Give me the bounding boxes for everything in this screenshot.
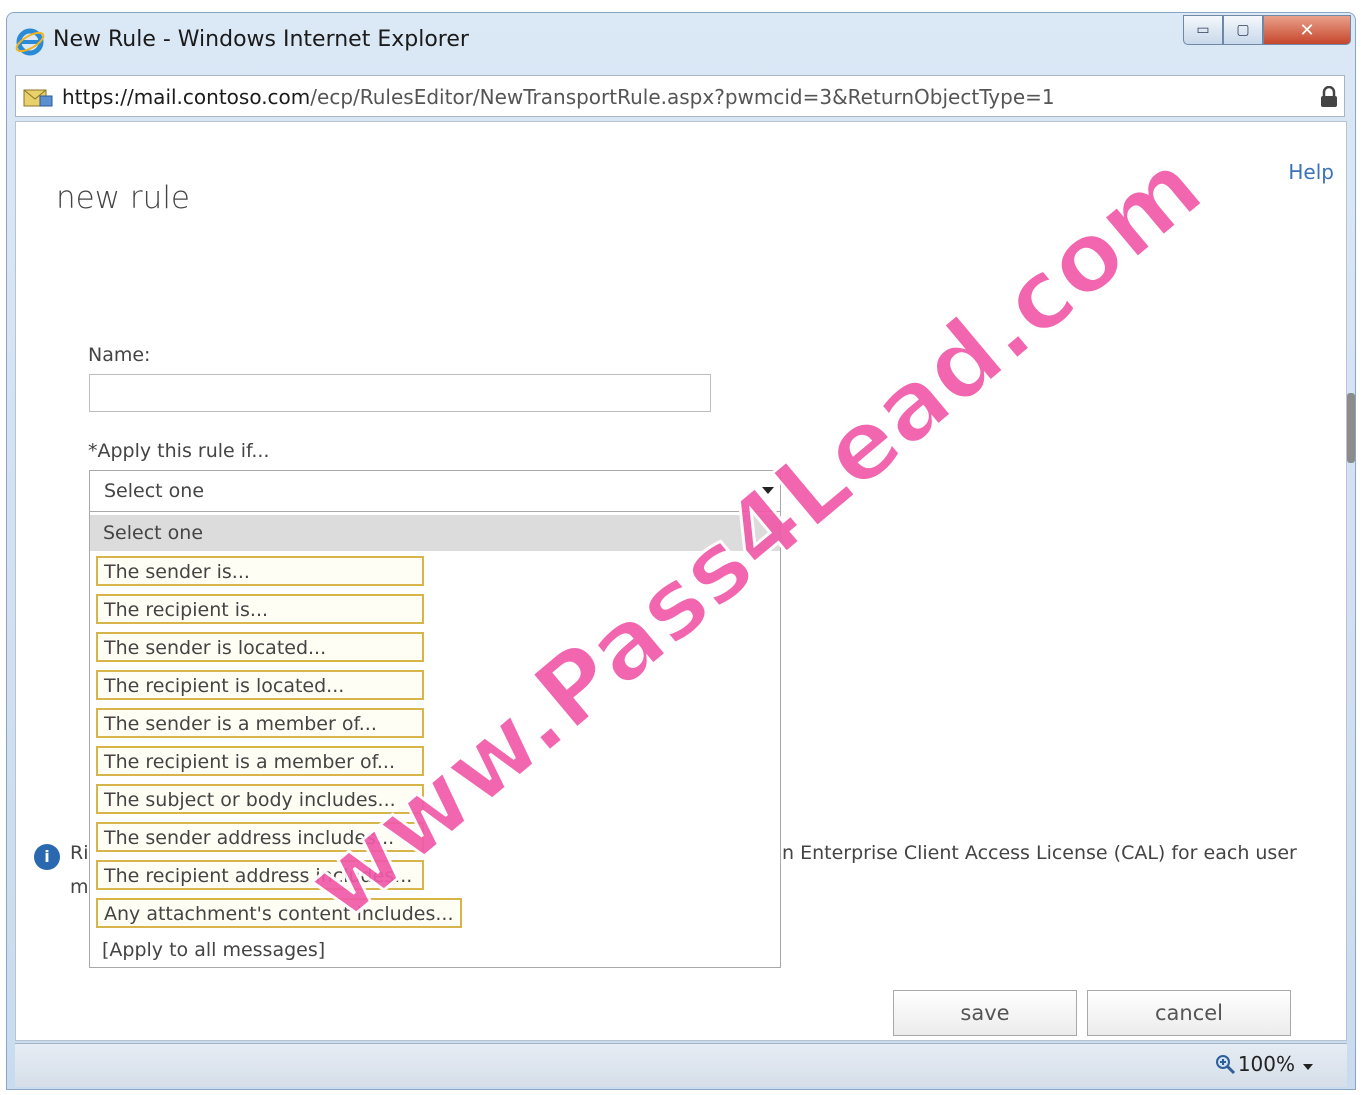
url-host: ://mail.contoso.com xyxy=(113,85,311,109)
lock-icon[interactable] xyxy=(1320,86,1338,108)
apply-rule-label: *Apply this rule if... xyxy=(88,440,270,462)
minimize-button[interactable]: ▭ xyxy=(1183,15,1223,45)
dropdown-option[interactable]: The recipient is... xyxy=(96,594,424,624)
maximize-button[interactable]: ▢ xyxy=(1223,15,1263,45)
dropdown-option[interactable]: The sender is... xyxy=(96,556,424,586)
zoom-dropdown-icon[interactable] xyxy=(1303,1064,1313,1070)
status-bar: 100% xyxy=(15,1043,1347,1087)
info-text-fragment: Ri xyxy=(70,842,89,864)
dropdown-option[interactable]: The recipient is located... xyxy=(96,670,424,700)
page-icon xyxy=(23,89,53,107)
chevron-down-icon[interactable] xyxy=(762,487,774,494)
zoom-level: 100% xyxy=(1237,1052,1295,1076)
dialog-content: Help new rule Name: *Apply this rule if.… xyxy=(15,121,1347,1041)
apply-rule-select[interactable]: Select one xyxy=(89,470,781,512)
dropdown-option-select-one[interactable]: Select one xyxy=(90,515,780,551)
info-icon: i xyxy=(34,844,60,870)
cancel-button[interactable]: cancel xyxy=(1087,990,1291,1036)
select-value: Select one xyxy=(104,480,205,502)
url-path: /ecp/RulesEditor/NewTransportRule.aspx?p… xyxy=(310,85,1055,109)
info-text-fragment: m xyxy=(70,876,89,898)
address-bar[interactable]: https://mail.contoso.com/ecp/RulesEditor… xyxy=(15,75,1345,117)
dropdown-option-apply-all[interactable]: [Apply to all messages] xyxy=(96,936,325,966)
scrollbar-thumb[interactable] xyxy=(1347,393,1355,463)
close-button[interactable]: ✕ xyxy=(1263,15,1351,45)
zoom-icon xyxy=(1215,1055,1235,1075)
dropdown-option[interactable]: The subject or body includes... xyxy=(96,784,424,814)
url-text[interactable]: https://mail.contoso.com/ecp/RulesEditor… xyxy=(62,85,1055,109)
window-controls: ▭ ▢ ✕ xyxy=(1183,15,1351,45)
title-bar: New Rule - Windows Internet Explorer ▭ ▢… xyxy=(7,13,1355,71)
zoom-control[interactable]: 100% xyxy=(1214,1052,1295,1076)
dropdown-option[interactable]: The sender is a member of... xyxy=(96,708,424,738)
browser-window: New Rule - Windows Internet Explorer ▭ ▢… xyxy=(6,12,1356,1090)
help-link[interactable]: Help xyxy=(1288,160,1334,184)
dropdown-option[interactable]: The sender is located... xyxy=(96,632,424,662)
dropdown-option[interactable]: The recipient address includes... xyxy=(96,860,424,890)
dropdown-option[interactable]: The sender address includes... xyxy=(96,822,424,852)
page-title: new rule xyxy=(56,180,191,216)
name-label: Name: xyxy=(88,344,151,366)
info-text: n Enterprise Client Access License (CAL)… xyxy=(782,842,1297,864)
dropdown-option[interactable]: Any attachment's content includes... xyxy=(96,898,462,928)
dropdown-option[interactable]: The recipient is a member of... xyxy=(96,746,424,776)
url-scheme: https xyxy=(62,85,114,109)
name-input[interactable] xyxy=(89,374,711,412)
condition-dropdown-list: Select one The sender is... The recipien… xyxy=(89,511,781,968)
window-title: New Rule - Windows Internet Explorer xyxy=(53,27,469,52)
internet-explorer-icon xyxy=(15,28,45,56)
save-button[interactable]: save xyxy=(893,990,1077,1036)
